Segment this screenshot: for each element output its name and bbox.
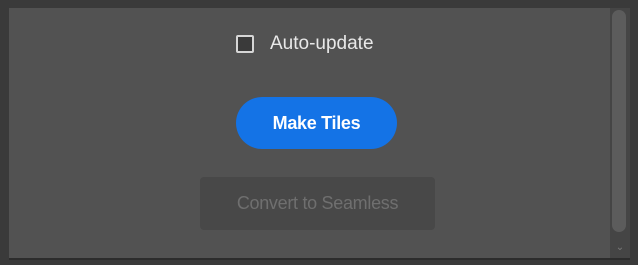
convert-to-seamless-button[interactable]: Convert to Seamless xyxy=(200,177,435,230)
make-tiles-button[interactable]: Make Tiles xyxy=(236,97,397,149)
scroll-down-icon[interactable]: ⌄ xyxy=(613,243,627,253)
scrollbar-thumb[interactable] xyxy=(612,10,626,232)
auto-update-label: Auto-update xyxy=(270,33,374,54)
panel-divider xyxy=(9,258,630,260)
auto-update-checkbox[interactable] xyxy=(236,35,254,53)
auto-update-option[interactable]: Auto-update xyxy=(236,32,374,56)
